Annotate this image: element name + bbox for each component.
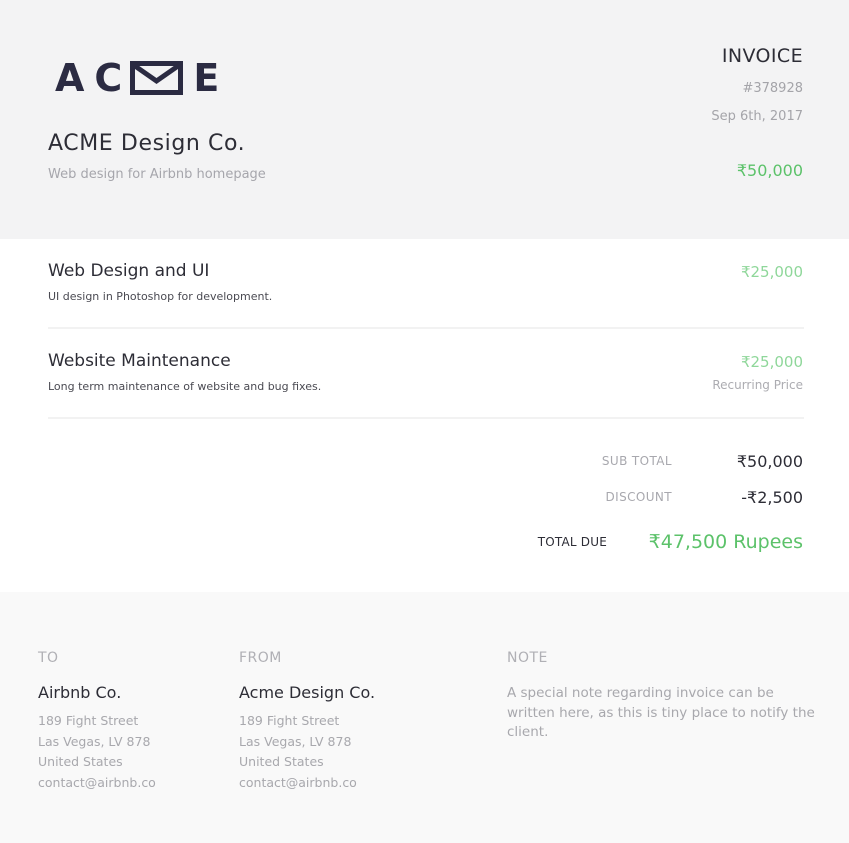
to-street: 189 Fight Street [38, 713, 139, 728]
acme-logo: A C E [55, 56, 220, 100]
to-city: Las Vegas, LV 878 [38, 733, 151, 749]
from-country: United States [239, 754, 324, 769]
envelope-icon [130, 61, 184, 95]
line-item-description: Long term maintenance of website and bug… [48, 380, 322, 393]
to-name: Airbnb Co. [38, 683, 122, 702]
line-item: Website Maintenance Long term maintenanc… [48, 329, 804, 419]
logo-letter-e: E [193, 56, 220, 100]
note-label: NOTE [507, 650, 548, 666]
from-city: Las Vegas, LV 878 [239, 733, 352, 749]
line-item: Web Design and UI UI design in Photoshop… [48, 239, 804, 329]
from-label: FROM [239, 650, 282, 666]
invoice-amount: ₹50,000 [736, 161, 803, 180]
company-description: Web design for Airbnb homepage [48, 167, 266, 182]
to-label: TO [38, 650, 59, 666]
line-item-description: UI design in Photoshop for development. [48, 290, 273, 303]
total-due-label: TOTAL DUE [537, 535, 607, 549]
line-item-title: Website Maintenance [48, 351, 231, 371]
subtotal-label: SUB TOTAL [601, 454, 672, 468]
invoice-title: INVOICE [721, 45, 803, 67]
line-item-price: ₹25,000 [740, 263, 803, 281]
note-text: A special note regarding invoice can be … [507, 685, 815, 740]
invoice-date: Sep 6th, 2017 [711, 109, 803, 124]
from-street: 189 Fight Street [239, 713, 340, 728]
to-country: United States [38, 754, 123, 769]
invoice-page: A C E ACME Design Co. Web design for Air… [0, 0, 849, 843]
discount-label: DISCOUNT [605, 490, 672, 504]
logo-letter-c: C [94, 56, 123, 100]
discount-value: -₹2,500 [741, 488, 803, 507]
invoice-header: A C E ACME Design Co. Web design for Air… [0, 0, 849, 239]
to-email[interactable]: contact@airbnb.co [38, 773, 156, 794]
invoice-number: #378928 [742, 81, 803, 96]
from-name: Acme Design Co. [239, 683, 376, 702]
line-item-title: Web Design and UI [48, 261, 210, 281]
invoice-footer: TO Airbnb Co. 189 Fight Street Las Vegas… [0, 592, 849, 843]
line-item-price: ₹25,000 [740, 353, 803, 371]
logo-letter-a: A [55, 56, 85, 100]
subtotal-value: ₹50,000 [736, 452, 803, 471]
line-items: Web Design and UI UI design in Photoshop… [48, 239, 804, 419]
company-name: ACME Design Co. [48, 131, 246, 156]
to-address: 189 Fight Street Las Vegas, LV 878 Unite… [38, 711, 156, 793]
recurring-price-note: Recurring Price [712, 378, 803, 392]
from-email[interactable]: contact@airbnb.co [239, 773, 357, 794]
total-due-value: ₹47,500 Rupees [648, 531, 803, 553]
from-address: 189 Fight Street Las Vegas, LV 878 Unite… [239, 711, 357, 793]
